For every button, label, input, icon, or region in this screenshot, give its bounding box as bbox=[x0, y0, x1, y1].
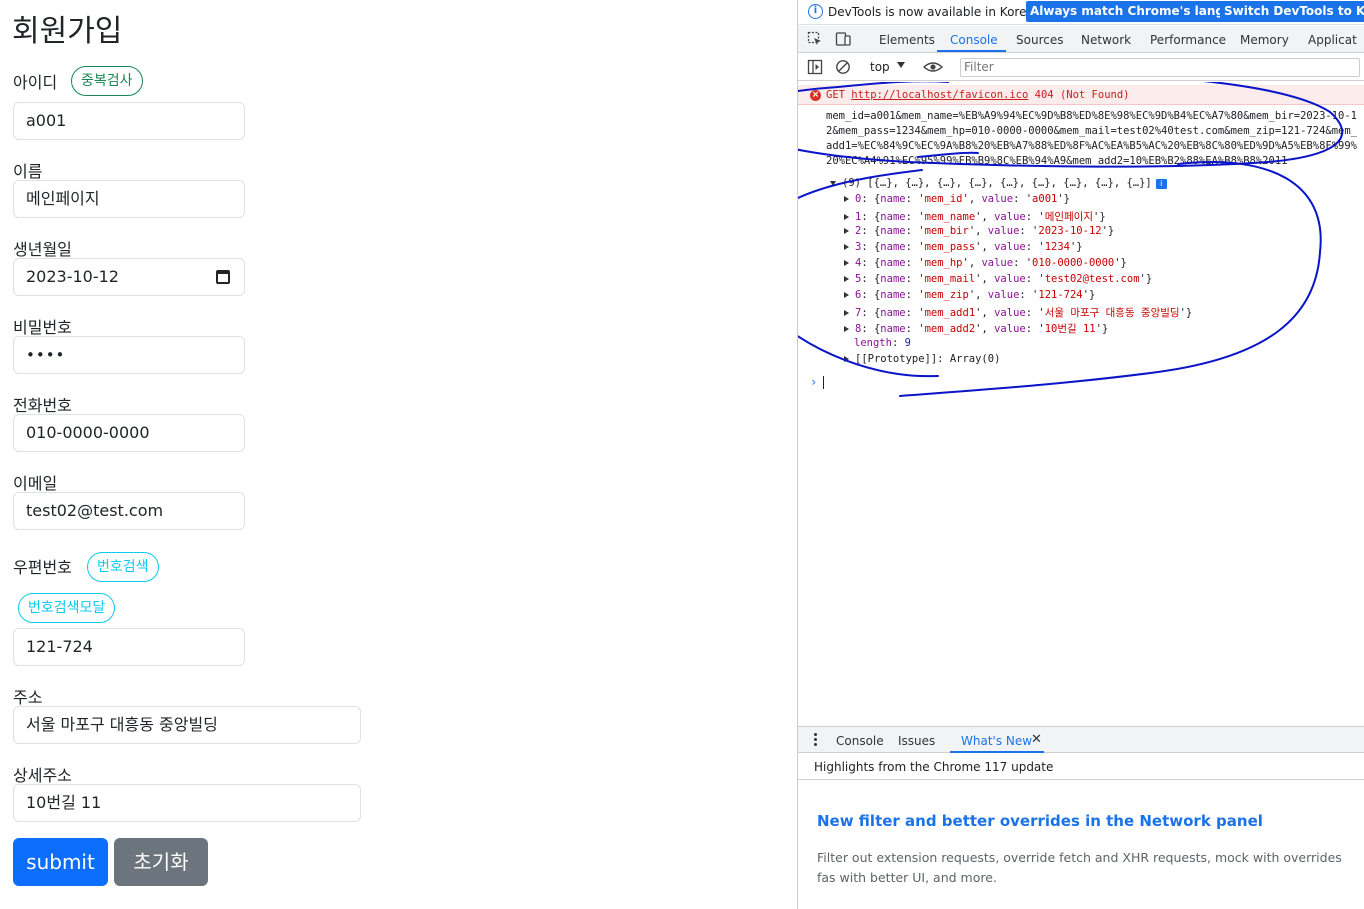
array-prototype[interactable]: [[Prototype]]: Array(0) bbox=[844, 353, 1000, 365]
devtools-panel: i DevTools is now available in Korean! A… bbox=[797, 0, 1364, 909]
tab-memory[interactable]: Memory bbox=[1240, 33, 1289, 47]
page-title: 회원가입 bbox=[12, 14, 123, 49]
phone-label: 전화번호 bbox=[13, 396, 72, 415]
error-status-text: (Not Found) bbox=[1059, 89, 1130, 101]
zip-search-button[interactable]: 번호검색 bbox=[87, 552, 159, 582]
zip-input[interactable]: 121-724 bbox=[13, 628, 245, 666]
console-toolbar: top Filter bbox=[798, 54, 1364, 81]
error-status: 404 bbox=[1034, 89, 1054, 101]
tab-application[interactable]: Applicat bbox=[1308, 33, 1357, 47]
email-label: 이메일 bbox=[13, 474, 58, 493]
array-entry[interactable]: 5: {name: 'mem_mail', value: 'test02@tes… bbox=[844, 273, 1152, 285]
language-infobar: i DevTools is now available in Korean! A… bbox=[798, 0, 1364, 25]
collapsed-caret-icon[interactable] bbox=[844, 244, 849, 250]
collapsed-caret-icon[interactable] bbox=[844, 214, 849, 220]
whats-new-title-link[interactable]: New filter and better overrides in the N… bbox=[817, 812, 1263, 830]
drawer-tabbar: Console Issues What's New ✕ bbox=[798, 726, 1364, 753]
console-prompt-icon: › bbox=[810, 375, 818, 389]
switch-language-button[interactable]: Switch DevTools to Kor bbox=[1220, 1, 1364, 22]
id-input[interactable]: a001 bbox=[13, 102, 245, 140]
array-log-header[interactable]: (9) [{…}, {…}, {…}, {…}, {…}, {…}, {…}, … bbox=[830, 177, 1167, 189]
detail-address-input[interactable]: 10번길 11 bbox=[13, 784, 361, 822]
devtools-tabbar: Elements Console Sources Network Perform… bbox=[798, 26, 1364, 53]
info-badge-icon: i bbox=[1155, 179, 1167, 189]
array-entry[interactable]: 2: {name: 'mem_bir', value: '2023-10-12'… bbox=[844, 225, 1114, 237]
device-toolbar-icon[interactable] bbox=[835, 31, 851, 47]
error-method: GET bbox=[826, 89, 845, 101]
array-summary: (9) [{…}, {…}, {…}, {…}, {…}, {…}, {…}, … bbox=[842, 177, 1152, 189]
filter-input[interactable]: Filter bbox=[960, 58, 1360, 77]
name-input[interactable]: 메인페이지 bbox=[13, 180, 245, 218]
infobar-text: DevTools is now available in Korean! bbox=[828, 5, 1047, 19]
array-entry[interactable]: 6: {name: 'mem_zip', value: '121-724'} bbox=[844, 289, 1095, 301]
address-label: 주소 bbox=[13, 688, 43, 707]
collapsed-caret-icon[interactable] bbox=[844, 276, 849, 282]
whats-new-body: Filter out extension requests, override … bbox=[817, 850, 1342, 885]
dup-check-button[interactable]: 중복검사 bbox=[71, 66, 143, 96]
birth-date-input[interactable]: 2023-10-12 bbox=[13, 258, 245, 296]
more-options-icon[interactable] bbox=[814, 733, 817, 747]
inspect-element-icon[interactable] bbox=[807, 31, 823, 47]
close-icon[interactable]: ✕ bbox=[1031, 732, 1042, 747]
console-output: × GET http://localhost/favicon.ico 404 (… bbox=[798, 82, 1364, 725]
collapsed-caret-icon[interactable] bbox=[844, 310, 849, 316]
tab-performance[interactable]: Performance bbox=[1150, 33, 1226, 47]
name-label: 이름 bbox=[13, 162, 43, 181]
collapsed-caret-icon[interactable] bbox=[844, 228, 849, 234]
address-input[interactable]: 서울 마포구 대흥동 중앙빌딩 bbox=[13, 706, 361, 744]
array-entry[interactable]: 8: {name: 'mem_add2', value: '10번길 11'} bbox=[844, 321, 1108, 336]
sidebar-toggle-icon[interactable] bbox=[807, 59, 823, 75]
zip-modal-button[interactable]: 번호검색모달 bbox=[18, 593, 116, 623]
drawer-tab-whats-new[interactable]: What's New bbox=[961, 734, 1032, 748]
error-url-link[interactable]: http://localhost/favicon.ico bbox=[851, 89, 1028, 101]
whats-new-subtitle: Highlights from the Chrome 117 update bbox=[814, 760, 1054, 774]
clear-console-icon[interactable] bbox=[835, 59, 851, 75]
whats-new-header: Highlights from the Chrome 117 update bbox=[798, 754, 1364, 780]
calendar-icon[interactable] bbox=[216, 270, 230, 284]
array-length: length: 9 bbox=[854, 337, 911, 349]
error-icon: × bbox=[810, 90, 821, 101]
query-string-log: mem_id=a001&mem_name=%EB%A9%94%EC%9D%B8%… bbox=[826, 110, 1358, 167]
array-entry[interactable]: 7: {name: 'mem_add1', value: '서울 마포구 대흥동… bbox=[844, 305, 1192, 320]
submit-button[interactable]: submit bbox=[13, 838, 108, 886]
phone-input[interactable]: 010-0000-0000 bbox=[13, 414, 245, 452]
chevron-down-icon[interactable] bbox=[897, 62, 905, 68]
detail-address-label: 상세주소 bbox=[13, 766, 72, 785]
error-message: × GET http://localhost/favicon.ico 404 (… bbox=[798, 85, 1364, 105]
drawer-active-indicator bbox=[950, 751, 1044, 753]
email-input[interactable]: test02@test.com bbox=[13, 492, 245, 530]
tab-elements[interactable]: Elements bbox=[879, 33, 935, 47]
reset-button[interactable]: 초기화 bbox=[114, 838, 208, 886]
password-label: 비밀번호 bbox=[13, 318, 72, 337]
drawer-tab-issues[interactable]: Issues bbox=[898, 734, 935, 748]
tab-network[interactable]: Network bbox=[1081, 33, 1131, 47]
collapsed-caret-icon[interactable] bbox=[844, 196, 849, 202]
context-selector[interactable]: top bbox=[870, 60, 890, 74]
eye-icon[interactable] bbox=[923, 59, 943, 75]
array-entry[interactable]: 1: {name: 'mem_name', value: '메인페이지'} bbox=[844, 209, 1106, 224]
console-input[interactable] bbox=[823, 376, 824, 389]
signup-form: 회원가입 아이디 중복검사 a001 이름 메인페이지 생년월일 2023-10… bbox=[0, 0, 797, 909]
info-icon: i bbox=[808, 4, 823, 19]
birth-date-value: 2023-10-12 bbox=[26, 267, 119, 286]
array-entry[interactable]: 4: {name: 'mem_hp', value: '010-0000-000… bbox=[844, 257, 1127, 269]
tab-console[interactable]: Console bbox=[950, 33, 998, 47]
drawer-tab-console[interactable]: Console bbox=[836, 734, 884, 748]
password-input[interactable]: •••• bbox=[13, 336, 245, 374]
array-entry[interactable]: 3: {name: 'mem_pass', value: '1234'} bbox=[844, 241, 1083, 253]
zip-label: 우편번호 bbox=[13, 558, 72, 577]
birth-label: 생년월일 bbox=[13, 240, 72, 259]
active-tab-indicator bbox=[937, 50, 1006, 52]
id-label: 아이디 bbox=[13, 73, 58, 92]
collapsed-caret-icon[interactable] bbox=[844, 260, 849, 266]
collapsed-caret-icon[interactable] bbox=[844, 326, 849, 332]
collapsed-caret-icon[interactable] bbox=[844, 356, 849, 362]
expand-caret-icon[interactable] bbox=[830, 180, 836, 186]
collapsed-caret-icon[interactable] bbox=[844, 292, 849, 298]
tab-sources[interactable]: Sources bbox=[1016, 33, 1063, 47]
array-entry[interactable]: 0: {name: 'mem_id', value: 'a001'} bbox=[844, 193, 1070, 205]
